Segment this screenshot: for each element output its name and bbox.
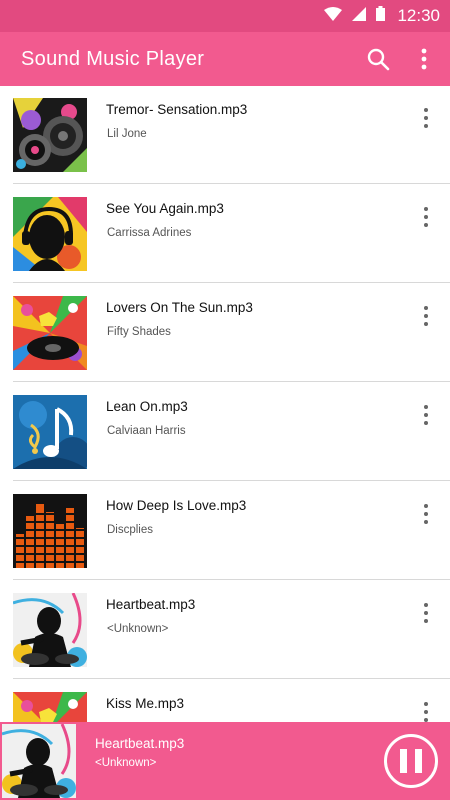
divider <box>13 480 450 481</box>
song-row[interactable]: Heartbeat.mp3 <Unknown> <box>0 581 450 679</box>
divider <box>13 678 450 679</box>
song-artist: Calviaan Harris <box>107 425 186 437</box>
divider <box>13 282 450 283</box>
song-title: Tremor- Sensation.mp3 <box>106 102 248 117</box>
album-art-speakers <box>13 98 87 172</box>
divider <box>13 183 450 184</box>
now-playing-bar[interactable]: Heartbeat.mp3 <Unknown> <box>0 722 450 800</box>
song-row[interactable]: Lovers On The Sun.mp3 Fifty Shades <box>0 284 450 382</box>
battery-icon <box>376 6 386 26</box>
song-options-icon[interactable] <box>416 205 436 229</box>
more-vertical-icon <box>421 48 427 70</box>
divider <box>13 579 450 580</box>
overflow-menu-button[interactable] <box>404 39 444 79</box>
pause-icon <box>400 749 407 773</box>
wifi-icon <box>324 6 343 26</box>
album-art-dj <box>13 593 87 667</box>
search-icon <box>367 48 390 71</box>
song-options-icon[interactable] <box>416 502 436 526</box>
song-artist: Discplies <box>107 524 154 536</box>
song-row[interactable]: How Deep Is Love.mp3 Discplies <box>0 482 450 580</box>
song-row[interactable]: See You Again.mp3 Carrissa Adrines <box>0 185 450 283</box>
album-art-headphones <box>13 197 87 271</box>
divider <box>13 381 450 382</box>
song-artist: Lil Jone <box>107 128 147 140</box>
song-title: Kiss Me.mp3 <box>106 696 185 711</box>
app-title: Sound Music Player <box>21 47 205 70</box>
song-options-icon[interactable] <box>416 601 436 625</box>
now-playing-album-art <box>2 724 76 798</box>
now-playing-artist: <Unknown> <box>95 757 157 769</box>
song-options-icon[interactable] <box>416 700 436 722</box>
song-list[interactable]: Tremor- Sensation.mp3 Lil Jone See You A… <box>0 86 450 722</box>
album-art-music-notes <box>13 395 87 469</box>
song-title: Lovers On The Sun.mp3 <box>106 300 253 315</box>
song-row[interactable]: Tremor- Sensation.mp3 Lil Jone <box>0 86 450 184</box>
song-title: Lean On.mp3 <box>106 399 188 414</box>
song-row[interactable]: Lean On.mp3 Calviaan Harris <box>0 383 450 481</box>
song-row[interactable]: Kiss Me.mp3 <box>0 680 450 722</box>
album-art-equalizer <box>13 494 87 568</box>
song-options-icon[interactable] <box>416 106 436 130</box>
signal-icon <box>352 6 367 26</box>
song-title: Heartbeat.mp3 <box>106 597 196 612</box>
pause-button[interactable] <box>384 734 438 788</box>
album-art-turntable <box>13 692 87 722</box>
now-playing-title: Heartbeat.mp3 <box>95 736 185 751</box>
app-bar: Sound Music Player <box>0 32 450 86</box>
song-artist: Fifty Shades <box>107 326 171 338</box>
song-options-icon[interactable] <box>416 304 436 328</box>
song-title: See You Again.mp3 <box>106 201 224 216</box>
song-artist: <Unknown> <box>107 623 169 635</box>
status-bar: 12:30 <box>0 0 450 32</box>
status-time: 12:30 <box>397 6 440 25</box>
search-button[interactable] <box>358 39 398 79</box>
album-art-turntable <box>13 296 87 370</box>
song-artist: Carrissa Adrines <box>107 227 192 239</box>
song-title: How Deep Is Love.mp3 <box>106 498 247 513</box>
song-options-icon[interactable] <box>416 403 436 427</box>
